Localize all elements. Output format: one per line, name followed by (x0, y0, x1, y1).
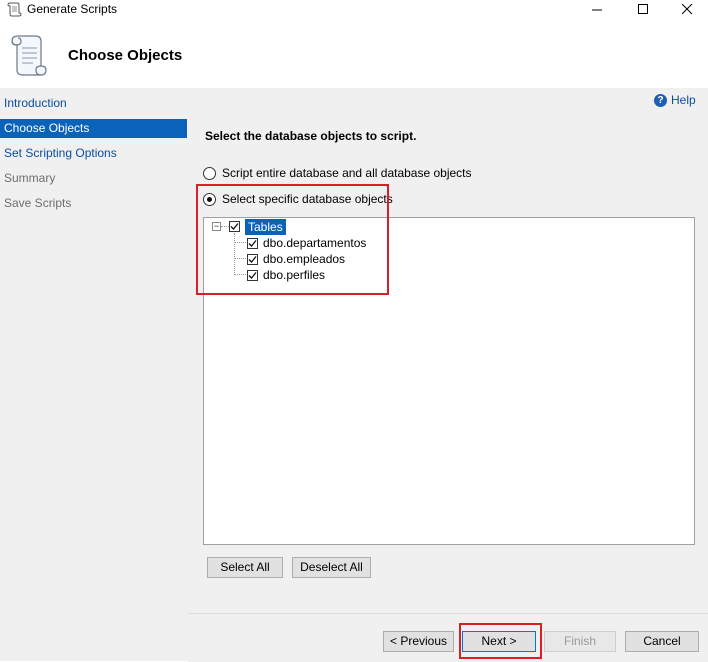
scroll-icon (8, 32, 48, 78)
maximize-button[interactable] (620, 0, 666, 18)
radio-label: Script entire database and all database … (222, 166, 472, 180)
window-title: Generate Scripts (27, 2, 118, 16)
help-label: Help (671, 93, 696, 107)
radio-button-unchecked[interactable] (203, 166, 216, 180)
select-all-button[interactable]: Select All (207, 557, 283, 578)
cancel-button[interactable]: Cancel (625, 631, 699, 652)
maximize-icon (637, 3, 648, 14)
sidebar-item-summary: Summary (4, 171, 56, 185)
sidebar-item-set-scripting-options[interactable]: Set Scripting Options (0, 144, 187, 163)
close-button[interactable] (664, 0, 708, 18)
previous-button[interactable]: < Previous (383, 631, 454, 652)
highlight-box (459, 623, 542, 659)
minimize-button[interactable] (574, 0, 620, 18)
help-icon: ? (654, 93, 667, 107)
close-icon (681, 3, 692, 14)
scroll-icon (6, 1, 22, 17)
sidebar-item-save-scripts: Save Scripts (4, 196, 72, 210)
radio-script-entire-database[interactable]: Script entire database and all database … (203, 166, 472, 180)
deselect-all-button[interactable]: Deselect All (292, 557, 371, 578)
finish-button: Finish (544, 631, 616, 652)
sidebar-item-choose-objects[interactable]: Choose Objects (0, 119, 187, 138)
section-heading: Select the database objects to script. (205, 129, 417, 143)
page-title: Choose Objects (68, 47, 183, 64)
highlight-box (196, 184, 389, 295)
minimize-icon (591, 9, 602, 10)
help-link[interactable]: ? Help (654, 93, 696, 107)
sidebar-item-introduction[interactable]: Introduction (0, 94, 187, 113)
